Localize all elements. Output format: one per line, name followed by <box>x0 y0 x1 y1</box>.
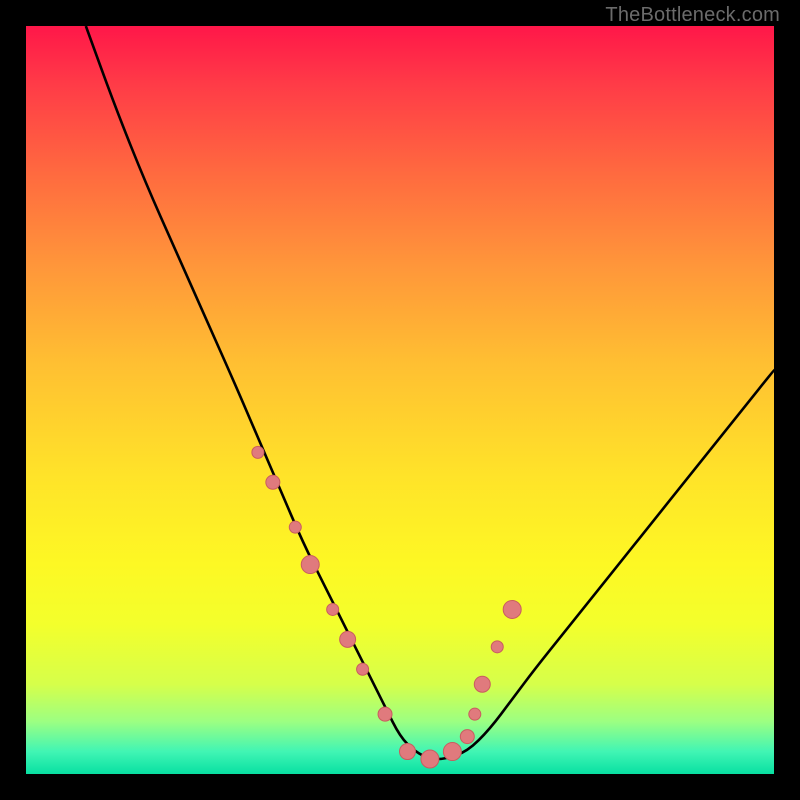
marker-dot <box>443 743 461 761</box>
bottleneck-curve <box>86 26 774 759</box>
marker-dot <box>503 600 521 618</box>
marker-dot <box>460 730 474 744</box>
marker-dot <box>327 603 339 615</box>
watermark-text: TheBottleneck.com <box>605 4 780 27</box>
marker-dot <box>357 663 369 675</box>
marker-cluster <box>252 446 521 768</box>
marker-dot <box>266 475 280 489</box>
plot-area <box>26 26 774 774</box>
marker-dot <box>421 750 439 768</box>
marker-dot <box>491 641 503 653</box>
marker-dot <box>474 676 490 692</box>
marker-dot <box>289 521 301 533</box>
marker-dot <box>469 708 481 720</box>
marker-dot <box>301 556 319 574</box>
curve-line <box>86 26 774 759</box>
outer-frame: TheBottleneck.com <box>0 0 800 800</box>
chart-svg <box>26 26 774 774</box>
marker-dot <box>340 631 356 647</box>
marker-dot <box>378 707 392 721</box>
marker-dot <box>252 446 264 458</box>
marker-dot <box>399 744 415 760</box>
